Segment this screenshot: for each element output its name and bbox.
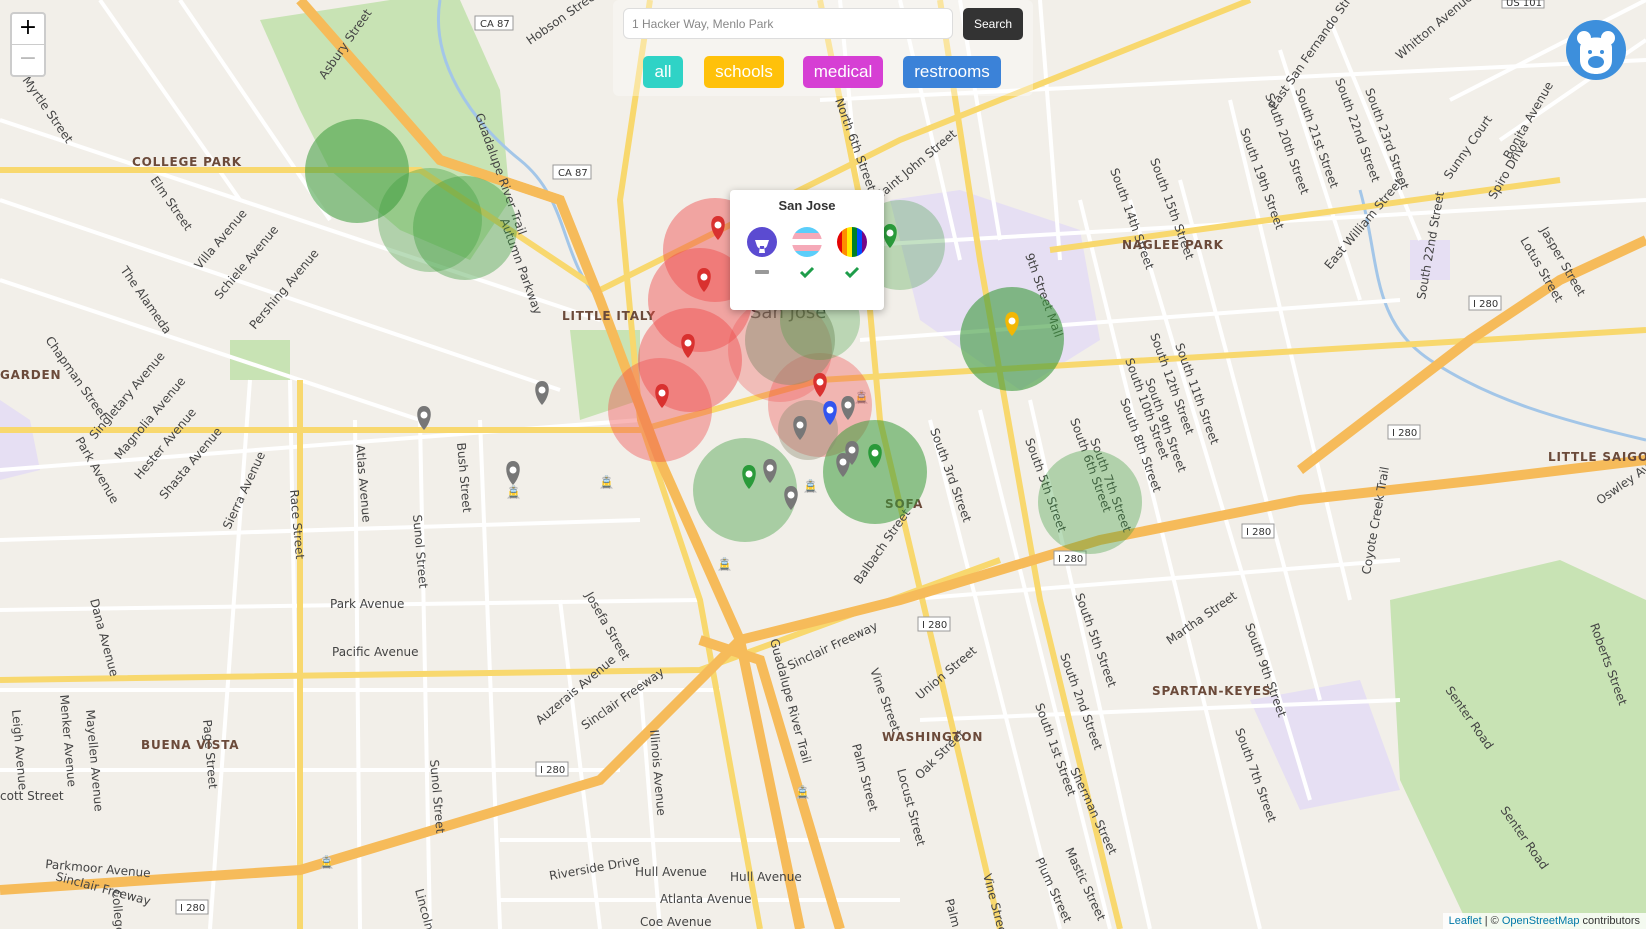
basemap[interactable]: CA 87 CA 87 I 280 I 280 I 280 I 280 I 28… bbox=[0, 0, 1646, 929]
svg-text:🚊: 🚊 bbox=[795, 785, 810, 799]
green-coverage-circle bbox=[693, 438, 797, 542]
street-label: Race Street bbox=[287, 489, 307, 560]
shield-label: CA 87 bbox=[480, 19, 510, 30]
street-label: Bonita Avenue bbox=[1500, 79, 1556, 161]
coverage-circles[interactable] bbox=[305, 119, 1142, 554]
street-label: Saint John Street bbox=[873, 127, 959, 203]
map[interactable]: CA 87 CA 87 I 280 I 280 I 280 I 280 I 28… bbox=[0, 0, 1646, 929]
zoom-out-button[interactable]: − bbox=[12, 45, 44, 75]
area-label: LITTLE ITALY bbox=[562, 309, 656, 323]
street-label: Palm bbox=[942, 897, 963, 929]
shield-label: CA 87 bbox=[558, 168, 588, 179]
status-dash-icon bbox=[755, 270, 769, 274]
street-label: South 3rd Street bbox=[927, 426, 974, 524]
area-label: GARDEN bbox=[0, 368, 61, 382]
zoom-control: + − bbox=[10, 12, 46, 77]
gray-map-marker bbox=[506, 461, 520, 485]
shield-label: I 280 bbox=[1473, 299, 1498, 310]
restroom-icon bbox=[747, 227, 777, 257]
filter-all-button[interactable]: all bbox=[643, 56, 683, 88]
status-check-icon bbox=[844, 266, 860, 279]
leaflet-link[interactable]: Leaflet bbox=[1449, 915, 1482, 927]
area-label: NAGLEE PARK bbox=[1122, 238, 1224, 252]
shield-label: I 280 bbox=[180, 903, 205, 914]
street-label: Page Street bbox=[200, 719, 220, 790]
shield-label: I 280 bbox=[1392, 428, 1417, 439]
street-label: Lincoln bbox=[412, 887, 437, 929]
shield-label: I 280 bbox=[922, 620, 947, 631]
street-label: Sunny Court bbox=[1441, 113, 1495, 182]
shield-label: I 280 bbox=[1058, 554, 1083, 565]
street-label: Mayellen Avenue bbox=[83, 709, 106, 812]
street-label: cott Street bbox=[0, 789, 64, 803]
filter-schools-button[interactable]: schools bbox=[704, 56, 784, 88]
area-label: WASHINGTON bbox=[882, 730, 983, 744]
street-label: Menker Avenue bbox=[57, 694, 79, 787]
street-label: Park Avenue bbox=[72, 435, 121, 506]
shield-label: US 101 bbox=[1506, 0, 1542, 9]
gray-map-marker bbox=[535, 381, 549, 405]
location-popup: San Jose bbox=[730, 190, 884, 310]
shield-label: I 280 bbox=[1246, 527, 1271, 538]
street-label: Bush Street bbox=[454, 442, 474, 513]
street-label: Sherman Street bbox=[1067, 765, 1120, 857]
popup-title: San Jose bbox=[778, 198, 836, 213]
street-label: South 14th Street bbox=[1107, 166, 1157, 271]
street-label: Whitton Avenue bbox=[1393, 0, 1475, 62]
street-label: Pacific Avenue bbox=[332, 645, 419, 659]
street-label: Martha Street bbox=[1164, 588, 1240, 647]
area-label: SPARTAN-KEYES bbox=[1152, 684, 1271, 698]
zoom-in-button[interactable]: + bbox=[12, 14, 44, 45]
filter-medical-button[interactable]: medical bbox=[803, 56, 883, 88]
street-label: The Alameda bbox=[117, 263, 174, 337]
green-coverage-circle bbox=[1038, 450, 1142, 554]
attribution-separator: | © bbox=[1481, 915, 1502, 927]
pride-flag-icon bbox=[837, 227, 867, 257]
street-label: Vine Street bbox=[980, 872, 1011, 929]
transgender-flag-icon bbox=[792, 227, 822, 257]
svg-text:🚊: 🚊 bbox=[506, 485, 521, 499]
street-label: Palm Street bbox=[849, 742, 881, 813]
green-coverage-circle bbox=[960, 287, 1064, 391]
svg-text:🚊: 🚊 bbox=[599, 475, 614, 489]
green-coverage-circle bbox=[823, 420, 927, 524]
street-label: Hull Avenue bbox=[635, 865, 707, 879]
svg-text:🚊: 🚊 bbox=[319, 855, 334, 869]
search-input[interactable] bbox=[623, 8, 953, 39]
street-label: Vine Street bbox=[867, 666, 903, 734]
svg-text:🚊: 🚊 bbox=[803, 479, 818, 493]
street-label: Hull Avenue bbox=[730, 870, 802, 884]
svg-text:🚊: 🚊 bbox=[717, 557, 732, 571]
area-label: BUENA VISTA bbox=[141, 738, 239, 752]
map-attribution: Leaflet | © OpenStreetMap contributors bbox=[1442, 913, 1646, 929]
bear-logo-icon[interactable] bbox=[1566, 20, 1626, 80]
street-label: Coe Avenue bbox=[640, 915, 712, 929]
street-label: Park Avenue bbox=[330, 597, 404, 611]
status-check-icon bbox=[799, 266, 815, 279]
shield-label: I 280 bbox=[540, 765, 565, 776]
area-label: COLLEGE PARK bbox=[132, 155, 242, 169]
area-label: LITTLE SAIGON bbox=[1548, 450, 1646, 464]
search-panel: Search all schools medical restrooms bbox=[613, 0, 1033, 96]
green-coverage-circle bbox=[413, 176, 517, 280]
street-label: Leigh Avenue bbox=[9, 709, 30, 791]
filter-restrooms-button[interactable]: restrooms bbox=[903, 56, 1001, 88]
street-label: Plum Street bbox=[1032, 855, 1074, 925]
street-label: Hobson Street bbox=[524, 0, 602, 47]
openstreetmap-link[interactable]: OpenStreetMap bbox=[1502, 915, 1580, 927]
street-label: College bbox=[109, 889, 127, 929]
search-button[interactable]: Search bbox=[963, 8, 1023, 40]
red-coverage-circle bbox=[608, 358, 712, 462]
street-label: Atlanta Avenue bbox=[660, 892, 751, 906]
attribution-suffix: contributors bbox=[1579, 915, 1640, 927]
street-label: Coyote Creek Trail bbox=[1359, 466, 1392, 576]
